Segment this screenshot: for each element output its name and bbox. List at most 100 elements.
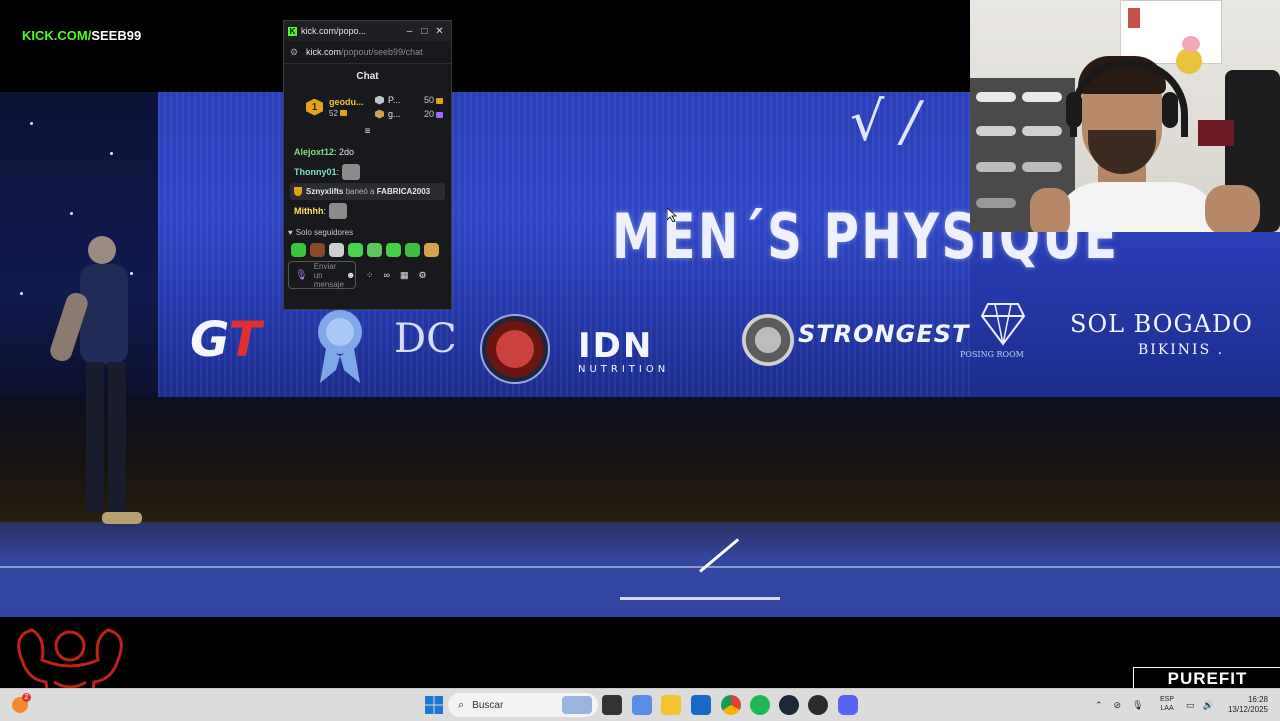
- channel-prefix: KICK.COM/: [22, 28, 92, 43]
- quick-emote-bar: [284, 237, 451, 257]
- rank-medal-icon: 1: [306, 98, 323, 116]
- minimize-button[interactable]: –: [402, 26, 417, 37]
- close-button[interactable]: ✕: [432, 26, 447, 37]
- message-text: : 2do: [334, 147, 355, 157]
- site-settings-icon[interactable]: ⚙: [290, 47, 300, 58]
- headset-earcup-right: [1162, 92, 1178, 128]
- emote-button[interactable]: [367, 243, 382, 257]
- followers-only-status: ♥ Solo seguidores: [284, 228, 451, 237]
- mod-actor: Sznyxlifts: [306, 187, 344, 196]
- screen-script-title: √ /: [850, 92, 920, 153]
- language-indicator[interactable]: ESP LAA: [1160, 695, 1174, 713]
- red-box: [1198, 120, 1234, 146]
- system-tray: ⌃ ⊘ 🎙: [1095, 689, 1144, 721]
- windows-start-icon[interactable]: [424, 695, 444, 715]
- file-explorer-icon[interactable]: [661, 695, 681, 715]
- sponsor-dc-logo: DC: [394, 316, 457, 362]
- message-user[interactable]: Alejoxt12: [294, 147, 334, 157]
- chat-heading: Chat: [356, 71, 379, 82]
- system-clock[interactable]: 16:28 13/12/2025: [1218, 695, 1268, 715]
- followers-only-label: Solo seguidores: [295, 228, 354, 237]
- window-titlebar[interactable]: K kick.com/popo... – □ ✕: [284, 21, 451, 41]
- spotify-icon[interactable]: [750, 695, 770, 715]
- leader-name: g...: [388, 109, 401, 119]
- cat-emote-icon: [342, 164, 361, 180]
- headset-earcup-left: [1066, 92, 1082, 128]
- mic-tray-icon[interactable]: 🎙: [1132, 700, 1143, 711]
- chevron-up-icon[interactable]: ⌃: [1095, 700, 1103, 711]
- streamer-arm-left: [1030, 188, 1070, 232]
- clock-time: 16:28: [1247, 695, 1268, 704]
- leader-name: P...: [388, 95, 401, 105]
- kick-logo-icon: K: [288, 26, 297, 36]
- collapse-leaderboard-icon[interactable]: ≡: [284, 127, 451, 137]
- emote-button[interactable]: [348, 243, 363, 257]
- gift-leaderboard[interactable]: 1 geodu... 52 P... 50 g... 20: [284, 88, 451, 124]
- emote-button[interactable]: [424, 243, 439, 257]
- mouse-cursor-icon: [667, 208, 677, 222]
- chat-input-placeholder: Enviar un mensaje: [313, 261, 344, 289]
- store-icon[interactable]: ▦: [400, 270, 409, 281]
- chat-settings-icon[interactable]: ⚙: [418, 270, 426, 281]
- emoji-picker-icon[interactable]: ☻: [346, 270, 355, 280]
- message-user[interactable]: Thonny01: [294, 167, 337, 177]
- diamond-icon: [980, 303, 1026, 346]
- chat-input[interactable]: 🎙 Enviar un mensaje ☻: [288, 261, 356, 289]
- coin-icon: [436, 97, 443, 104]
- steam-icon[interactable]: [779, 695, 799, 715]
- extensions-icon[interactable]: ⁘: [366, 270, 374, 281]
- plush-toy-pink: [1182, 36, 1200, 52]
- chat-message: Alejoxt12: 2do: [294, 142, 441, 162]
- leaderboard-first[interactable]: geodu... 52: [329, 97, 371, 118]
- infinity-icon[interactable]: ∞: [384, 270, 390, 281]
- streamer-shirt: [1052, 182, 1222, 232]
- widgets-icon[interactable]: [632, 695, 652, 715]
- sponsor-seal-logo: [480, 314, 550, 384]
- message-user[interactable]: Mithhh: [294, 206, 324, 216]
- badge-icon: [375, 109, 384, 119]
- emote-button[interactable]: [329, 243, 344, 257]
- obs-icon[interactable]: [808, 695, 828, 715]
- sponsor-posing-room-logo: POSING ROOM: [960, 350, 1024, 359]
- message-text: :: [336, 167, 340, 177]
- emote-button[interactable]: [386, 243, 401, 257]
- volume-icon[interactable]: 🔊: [1203, 700, 1214, 711]
- lang-code: ESP: [1160, 696, 1175, 703]
- emote-button[interactable]: [310, 243, 325, 257]
- heart-icon: ♥: [288, 228, 293, 237]
- floor-line: [0, 566, 1280, 568]
- search-placeholder: Buscar: [472, 699, 504, 711]
- notification-badge: 2: [22, 693, 31, 702]
- chat-tools: ⁘ ∞ ▦ ⚙: [366, 270, 427, 281]
- search-highlight-icon[interactable]: [562, 696, 592, 714]
- chat-messages: Alejoxt12: 2do Thonny01: Sznyxlifts bane…: [284, 136, 451, 221]
- shield-icon: [294, 187, 302, 196]
- channel-name: SEEB99: [91, 28, 142, 43]
- maximize-button[interactable]: □: [417, 26, 432, 37]
- network-off-icon[interactable]: ⊘: [1114, 700, 1122, 711]
- chat-message: Mithhh:: [294, 201, 441, 221]
- coin-icon: [436, 111, 443, 118]
- lang-layout: LAA: [1160, 705, 1174, 712]
- emote-button[interactable]: [405, 243, 420, 257]
- address-bar[interactable]: ⚙ kick.com/popout/seeb99/chat: [284, 41, 451, 64]
- search-icon: ⌕: [458, 698, 465, 711]
- task-view-icon[interactable]: [602, 695, 622, 715]
- shelf-item: [1128, 8, 1140, 28]
- monitor-icon[interactable]: ▭: [1186, 700, 1195, 711]
- badge-icon: [375, 95, 384, 105]
- leader-name: geodu...: [329, 96, 364, 107]
- leaderboard-row[interactable]: P... 50: [375, 93, 443, 107]
- floor-mark-horizontal: [620, 597, 780, 600]
- emote-button[interactable]: [291, 243, 306, 257]
- chat-message: Thonny01:: [294, 162, 441, 182]
- discord-icon[interactable]: [838, 695, 858, 715]
- leaderboard-row[interactable]: g... 20: [375, 107, 443, 121]
- sponsor-sol-bogado-logo: SOL BOGADO: [1070, 310, 1253, 338]
- purefit-logo: PUREFIT: [1133, 667, 1280, 690]
- sponsor-gt-logo: GT: [190, 312, 262, 368]
- chrome-icon[interactable]: [721, 695, 741, 715]
- streamer-arm-right: [1205, 185, 1260, 232]
- store-app-icon[interactable]: [691, 695, 711, 715]
- mic-icon[interactable]: 🎙: [295, 270, 308, 281]
